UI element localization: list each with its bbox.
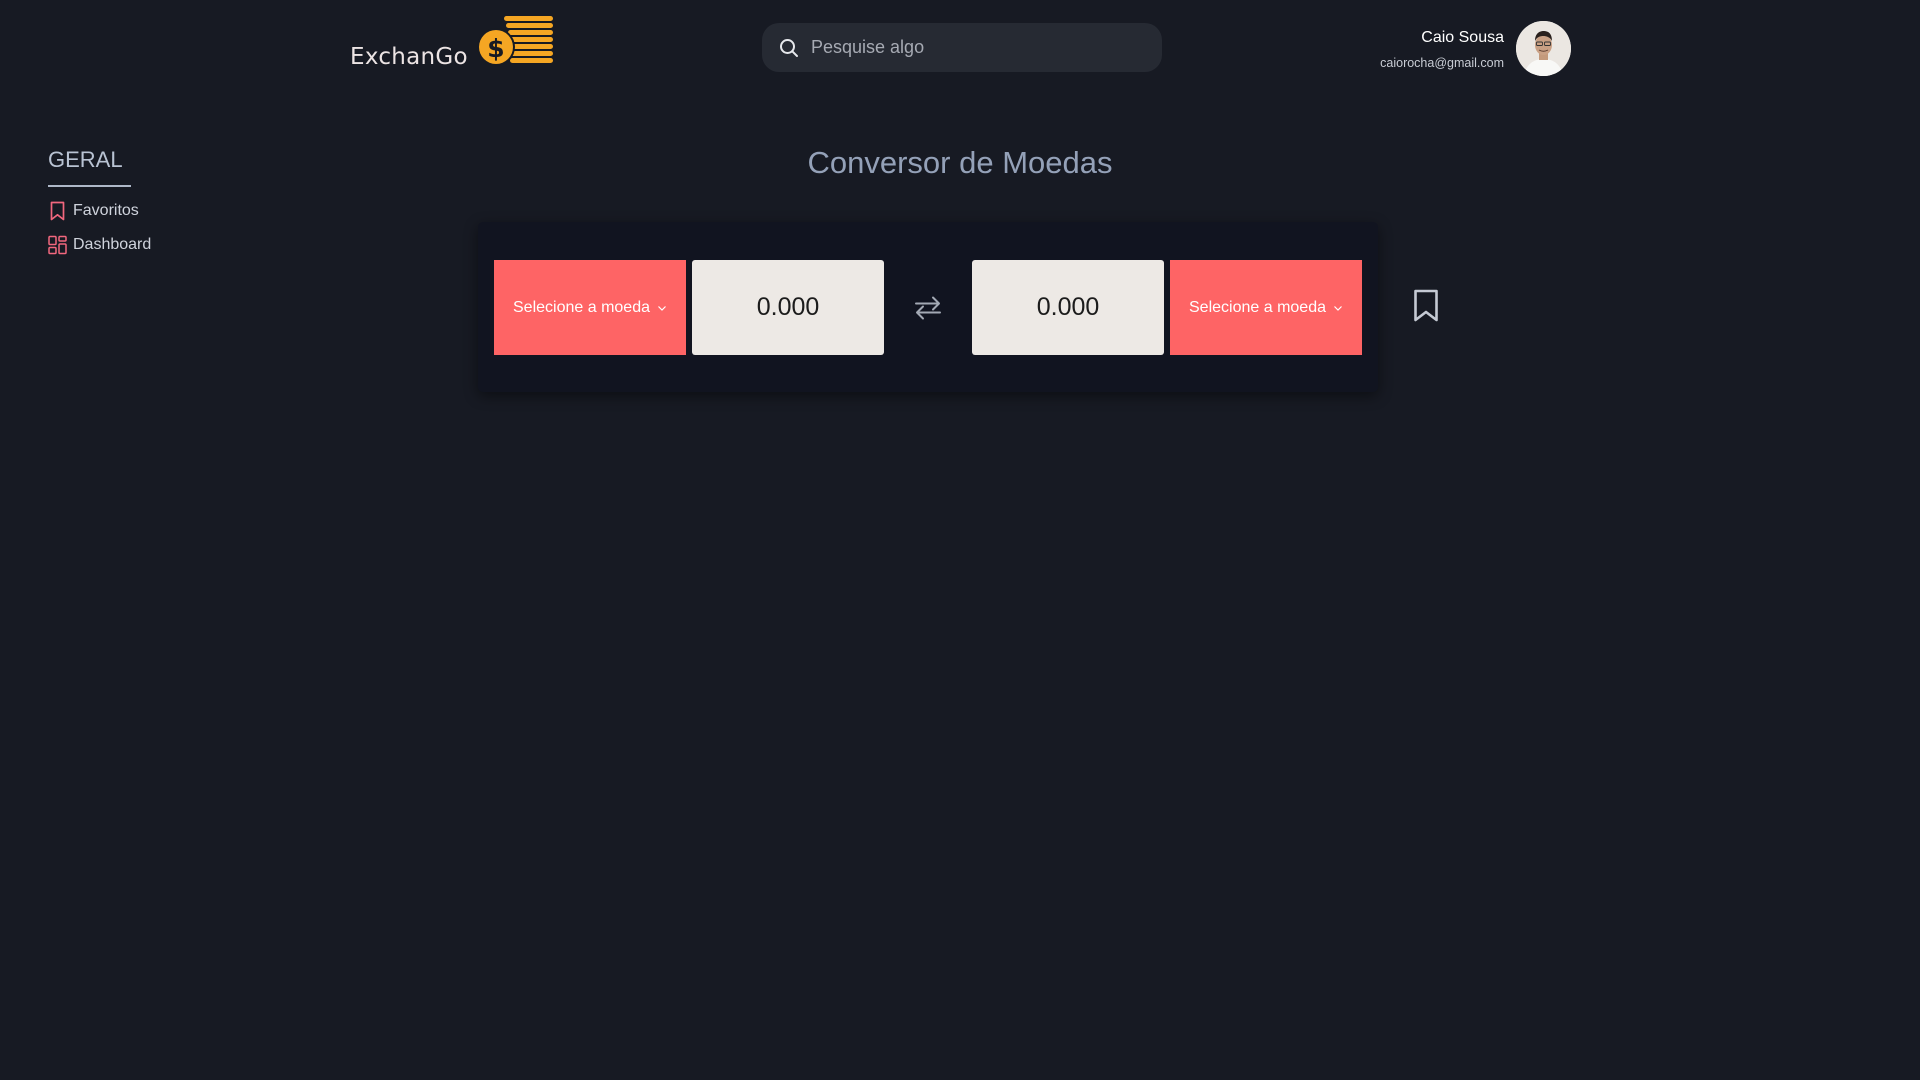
from-currency-select[interactable]: Selecione a moeda (494, 260, 686, 355)
page-title: Conversor de Moedas (0, 145, 1920, 181)
logo[interactable]: ExchanGo $ (350, 16, 554, 72)
svg-text:$: $ (487, 34, 504, 63)
to-currency-select[interactable]: Selecione a moeda (1170, 260, 1362, 355)
coin-stack-icon: $ (476, 15, 554, 72)
sidebar-item-label: Favoritos (73, 202, 139, 219)
select-label: Selecione a moeda (513, 298, 650, 316)
page-title-text: Conversor de Moedas (807, 145, 1113, 180)
chevron-down-icon (1333, 303, 1343, 313)
search-input[interactable] (809, 31, 1143, 64)
to-amount-field[interactable]: 0.000 (972, 260, 1164, 355)
user-profile[interactable]: Caio Sousa caiorocha@gmail.com (1380, 21, 1571, 76)
sidebar-item-label: Dashboard (73, 236, 152, 253)
chevron-down-icon (657, 303, 667, 313)
user-name: Caio Sousa (1421, 28, 1504, 46)
search-bar[interactable] (762, 23, 1162, 72)
sidebar-item-dashboard[interactable]: Dashboard (48, 235, 151, 255)
user-info: Caio Sousa caiorocha@gmail.com (1380, 28, 1504, 70)
select-label: Selecione a moeda (1189, 298, 1326, 316)
bookmark-icon (48, 201, 67, 221)
converter-panel: Selecione a moeda 0.000 0.000 Selecione … (478, 222, 1378, 392)
swap-icon[interactable] (913, 293, 943, 323)
dashboard-icon (48, 235, 67, 255)
save-favorite-bookmark-icon[interactable] (1411, 288, 1441, 324)
from-amount-field[interactable]: 0.000 (692, 260, 884, 355)
search-icon (779, 38, 799, 58)
from-amount-value: 0.000 (756, 293, 820, 321)
user-email: caiorocha@gmail.com (1380, 55, 1504, 70)
to-amount-value: 0.000 (1036, 293, 1100, 321)
avatar[interactable] (1516, 21, 1571, 76)
sidebar-item-favoritos[interactable]: Favoritos (48, 201, 151, 221)
logo-text: ExchanGo (350, 44, 468, 70)
